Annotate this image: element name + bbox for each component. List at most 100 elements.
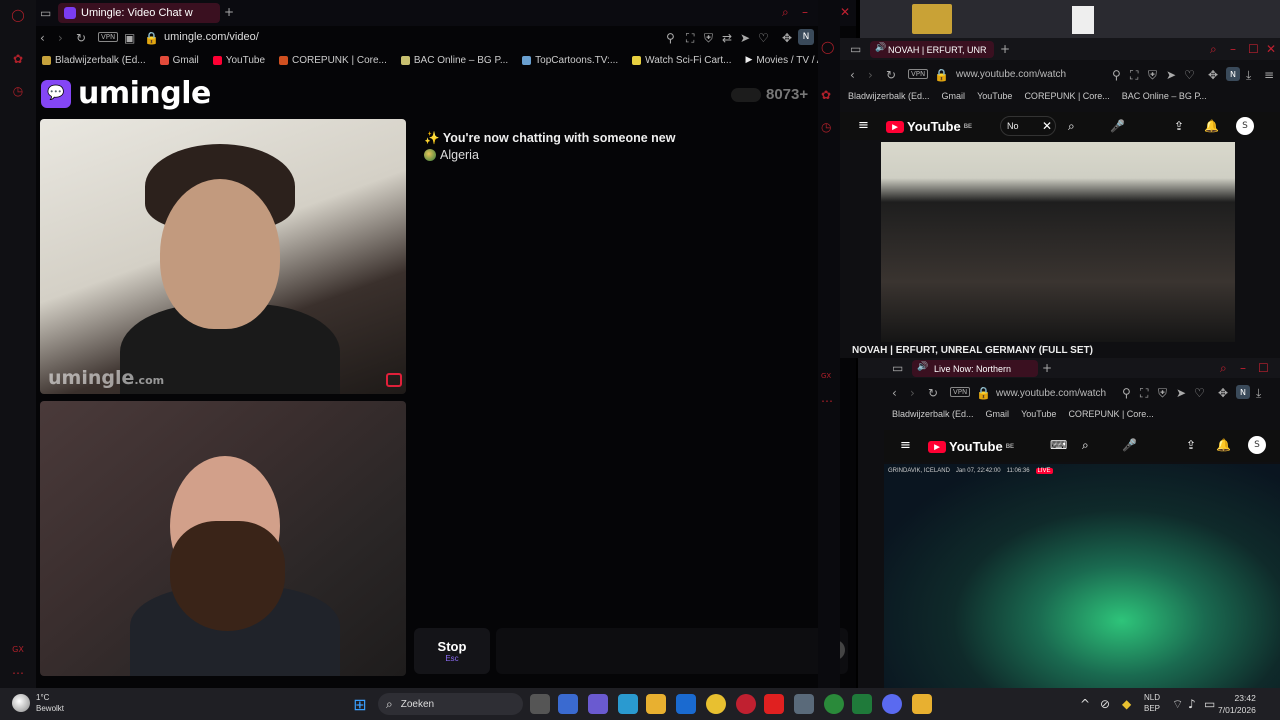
live-video-player[interactable]	[884, 464, 1280, 688]
account-avatar[interactable]: S	[1248, 436, 1266, 454]
excel-icon[interactable]	[852, 694, 872, 714]
close-window-icon[interactable]: ✕	[1266, 42, 1276, 56]
pin-icon[interactable]: ⚲	[1112, 68, 1121, 82]
maximize-icon[interactable]: ☐	[1248, 42, 1259, 56]
extensions-icon[interactable]: ✥	[1208, 68, 1218, 82]
forward-icon[interactable]: ›	[58, 31, 63, 45]
profile-avatar[interactable]: N	[798, 29, 814, 45]
video-player[interactable]	[881, 142, 1235, 342]
heart-icon[interactable]: ♡	[1194, 386, 1205, 400]
task-view-icon[interactable]	[530, 694, 550, 714]
bookmark-item[interactable]: Gmail	[986, 409, 1010, 419]
microphone-icon[interactable]: 🎤	[1110, 119, 1125, 133]
bookmark-item[interactable]: COREPUNK | Core...	[279, 55, 387, 66]
bookmark-item[interactable]: BAC Online – BG P...	[400, 55, 508, 66]
download-icon[interactable]: ⤓	[1246, 68, 1251, 83]
tab-menu-icon[interactable]: ▭	[40, 6, 51, 20]
bookmark-item[interactable]: Bladwijzerbalk (Ed...	[42, 55, 146, 66]
extensions-icon[interactable]: ✥	[782, 31, 792, 45]
vpn-badge[interactable]: VPN	[950, 387, 971, 397]
microphone-icon[interactable]: 🎤	[1122, 438, 1137, 452]
bookmark-item[interactable]: YouTube	[977, 91, 1012, 101]
bookmark-item[interactable]: YouTube	[212, 55, 265, 66]
tab-youtube-live[interactable]: 🔊 Live Now: Northern	[912, 360, 1038, 377]
more-icon[interactable]: ⋯	[821, 394, 833, 408]
language-indicator[interactable]: NLD BEP	[1144, 692, 1160, 714]
bookmark-item[interactable]: Gmail	[159, 55, 199, 66]
aria-icon[interactable]: ✿	[9, 50, 27, 68]
teams-icon[interactable]	[588, 694, 608, 714]
pin-icon[interactable]: ⚲	[1122, 386, 1131, 400]
forward-icon[interactable]: ›	[910, 386, 915, 400]
heart-icon[interactable]: ♡	[758, 31, 769, 45]
minimize-icon[interactable]: –	[802, 5, 808, 19]
outlook-icon[interactable]	[676, 694, 696, 714]
wifi-icon[interactable]: ⌔	[1172, 697, 1183, 712]
url-text[interactable]: www.youtube.com/watch	[996, 388, 1106, 399]
snapshot-icon[interactable]: ⛶	[1130, 68, 1138, 83]
calculator-icon[interactable]	[794, 694, 814, 714]
opera-logo-icon[interactable]: ◯	[821, 40, 834, 54]
document-icon[interactable]	[1072, 6, 1094, 34]
reload-icon[interactable]: ↻	[76, 31, 86, 45]
upload-icon[interactable]: ⇪	[1174, 119, 1184, 133]
folder-icon[interactable]	[912, 694, 932, 714]
camera-icon[interactable]: ▣	[124, 31, 135, 45]
profile-avatar[interactable]: N	[1236, 385, 1250, 399]
back-icon[interactable]: ‹	[892, 386, 897, 400]
aria-icon[interactable]: ✿	[821, 88, 831, 102]
tab-menu-icon[interactable]: ▭	[850, 42, 861, 56]
account-avatar[interactable]: S	[1236, 117, 1254, 135]
new-tab-icon[interactable]: +	[1042, 361, 1052, 375]
youtube-app-icon[interactable]	[764, 694, 784, 714]
new-tab-icon[interactable]: +	[224, 5, 234, 19]
new-tab-icon[interactable]: +	[1000, 42, 1010, 56]
maximize-icon[interactable]: ☐	[1258, 361, 1269, 375]
gx-icon[interactable]: GX	[9, 640, 27, 658]
vpn-badge[interactable]: VPN	[908, 69, 929, 79]
bookmark-item[interactable]: Watch Sci-Fi Cart...	[632, 55, 731, 66]
back-icon[interactable]: ‹	[850, 68, 855, 82]
bookmark-item[interactable]: BAC Online – BG P...	[1122, 91, 1207, 101]
search-tabs-icon[interactable]: ⌕	[1210, 42, 1217, 57]
file-explorer-icon[interactable]	[646, 694, 666, 714]
menu-icon[interactable]: ≡	[1264, 68, 1274, 82]
more-icon[interactable]: ⋯	[9, 664, 27, 682]
extensions-icon[interactable]: ✥	[1218, 386, 1228, 400]
chat-input[interactable]	[496, 628, 848, 674]
youtube-logo[interactable]: ▶ YouTube BE	[886, 119, 972, 134]
minimize-icon[interactable]: –	[1240, 361, 1246, 375]
nvidia-icon[interactable]: ◆	[1122, 697, 1131, 711]
windows-start-icon[interactable]: ⊞	[350, 694, 370, 714]
bookmark-item[interactable]: Bladwijzerbalk (Ed...	[892, 409, 974, 419]
battery-icon[interactable]: ▭	[1204, 697, 1215, 711]
hamburger-icon[interactable]: ≡	[900, 438, 911, 453]
search-tabs-icon[interactable]: ⌕	[1220, 361, 1227, 376]
snapshot-icon[interactable]: ⛶	[1140, 386, 1148, 401]
search-icon[interactable]: ⌕	[1068, 119, 1075, 134]
taskbar-search[interactable]: ⌕ Zoeken	[378, 693, 523, 715]
upload-icon[interactable]: ⇪	[1186, 438, 1196, 452]
opera-gx-icon[interactable]	[736, 694, 756, 714]
volume-icon[interactable]: ♪	[1188, 697, 1196, 711]
back-icon[interactable]: ‹	[40, 31, 45, 45]
hamburger-icon[interactable]: ≡	[858, 118, 869, 133]
shield-icon[interactable]: ⛨	[1158, 386, 1167, 401]
tab-umingle[interactable]: Umingle: Video Chat w	[58, 3, 220, 23]
bookmark-item[interactable]: COREPUNK | Core...	[1024, 91, 1109, 101]
umingle-logo-icon[interactable]: 💬	[41, 80, 71, 108]
reload-icon[interactable]: ↻	[886, 68, 896, 82]
send-page-icon[interactable]: ➤	[1166, 68, 1176, 82]
edge-icon[interactable]	[618, 694, 638, 714]
shield-icon[interactable]: ⛨	[1148, 68, 1157, 83]
send-page-icon[interactable]: ➤	[1176, 386, 1186, 400]
store-icon[interactable]	[558, 694, 578, 714]
close-window-icon[interactable]: ✕	[840, 5, 850, 19]
minimize-icon[interactable]: –	[1230, 42, 1236, 56]
report-flag-icon[interactable]	[386, 373, 402, 387]
network-off-icon[interactable]: ⊘	[1100, 697, 1110, 711]
clear-search-icon[interactable]: ✕	[1042, 119, 1052, 133]
bookmark-item[interactable]: Gmail	[942, 91, 966, 101]
weather-widget[interactable]: 1°C Bewolkt	[12, 692, 64, 714]
keyboard-icon[interactable]: ⌨	[1050, 438, 1067, 452]
